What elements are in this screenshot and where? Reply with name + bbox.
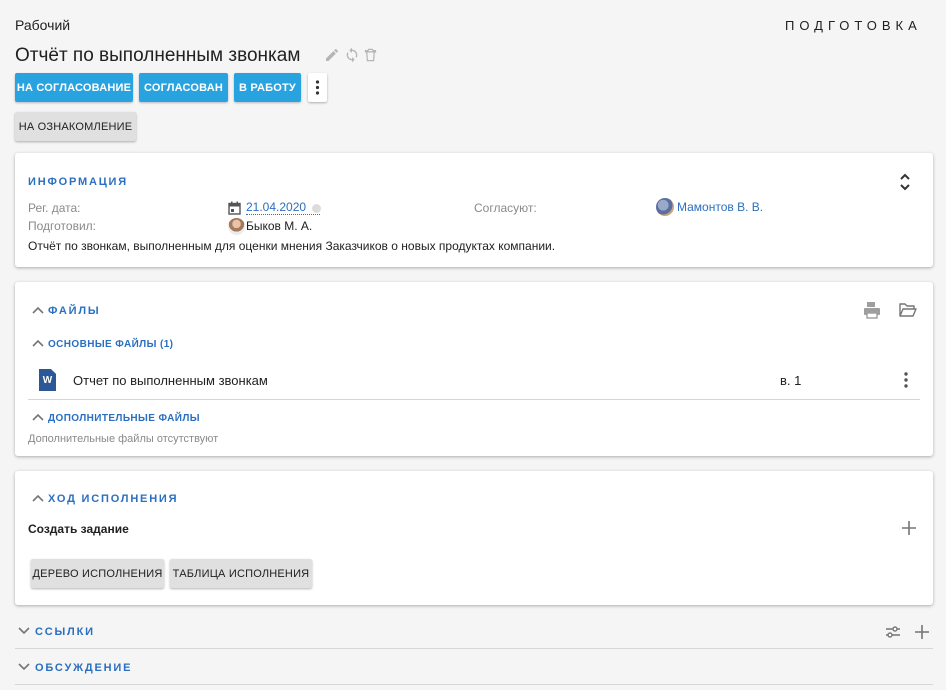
reg-date-value[interactable]: 21.04.2020 [246, 200, 321, 215]
author-avatar [228, 218, 245, 235]
extra-files-empty: Дополнительные файлы отсутствуют [28, 433, 219, 445]
clear-date-icon[interactable] [312, 204, 321, 213]
file-name[interactable]: Отчет по выполненным звонкам [73, 373, 268, 388]
progress-title[interactable]: ХОД ИСПОЛНЕНИЯ [48, 493, 178, 505]
info-title: ИНФОРМАЦИЯ [28, 176, 128, 188]
divider [15, 648, 933, 649]
divider [28, 399, 920, 400]
print-icon[interactable] [863, 301, 881, 319]
document-description: Отчёт по звонкам, выполненным для оценки… [28, 239, 556, 253]
to-work-button[interactable]: В РАБОТУ [234, 73, 301, 102]
trash-icon[interactable] [363, 47, 378, 63]
status-label: ПОДГОТОВКА [785, 18, 922, 33]
info-card: ИНФОРМАЦИЯ Рег. дата: 21.04.2020 Согласу… [15, 153, 933, 267]
reg-date-label: Рег. дата: [28, 201, 81, 215]
more-actions-button[interactable] [308, 73, 327, 102]
workspace-label: Рабочий [15, 17, 71, 33]
folder-open-icon[interactable] [899, 302, 917, 317]
approver-avatar [656, 198, 674, 216]
file-version: в. 1 [780, 373, 802, 388]
chevron-up-icon[interactable] [32, 339, 44, 347]
chevron-down-icon[interactable] [18, 627, 30, 635]
progress-card: ХОД ИСПОЛНЕНИЯ Создать задание ДЕРЕВО ИС… [15, 471, 933, 605]
approvers-label: Согласуют: [474, 201, 537, 215]
expand-collapse-icon[interactable] [897, 172, 913, 192]
more-vert-icon [315, 80, 320, 95]
to-approval-button[interactable]: НА СОГЛАСОВАНИЕ [15, 73, 133, 102]
word-file-icon: W [39, 369, 56, 391]
author-name: Быков М. А. [246, 219, 313, 233]
create-task-label[interactable]: Создать задание [28, 522, 129, 536]
edit-icon[interactable] [324, 47, 340, 63]
chevron-down-icon[interactable] [18, 663, 30, 671]
add-icon[interactable] [901, 520, 917, 536]
word-letter: W [42, 374, 53, 386]
approved-button[interactable]: СОГЛАСОВАН [139, 73, 228, 102]
page-title: Отчёт по выполненным звонкам [15, 45, 301, 66]
divider [15, 684, 933, 685]
approver-name[interactable]: Мамонтов В. В. [677, 200, 763, 214]
chevron-up-icon[interactable] [32, 494, 44, 502]
files-title[interactable]: ФАЙЛЫ [48, 305, 100, 317]
file-row[interactable]: W Отчет по выполненным звонкам в. 1 [28, 366, 920, 396]
execution-tree-button[interactable]: ДЕРЕВО ИСПОЛНЕНИЯ [31, 559, 164, 588]
discussion-title[interactable]: ОБСУЖДЕНИЕ [35, 662, 132, 674]
calendar-icon [228, 201, 241, 215]
prepared-label: Подготовил: [28, 219, 97, 233]
extra-files-title[interactable]: ДОПОЛНИТЕЛЬНЫЕ ФАЙЛЫ [48, 413, 200, 424]
chevron-up-icon[interactable] [32, 306, 44, 314]
to-review-button[interactable]: НА ОЗНАКОМЛЕНИЕ [15, 112, 136, 141]
links-title[interactable]: ССЫЛКИ [35, 626, 95, 638]
main-files-title[interactable]: ОСНОВНЫЕ ФАЙЛЫ (1) [48, 339, 173, 350]
filter-settings-icon[interactable] [885, 625, 901, 639]
execution-table-button[interactable]: ТАБЛИЦА ИСПОЛНЕНИЯ [170, 559, 312, 588]
more-vert-icon[interactable] [901, 371, 911, 389]
chevron-up-icon[interactable] [32, 413, 44, 421]
add-link-icon[interactable] [914, 624, 930, 640]
files-card: ФАЙЛЫ ОСНОВНЫЕ ФАЙЛЫ (1) W Отчет по выпо… [15, 282, 933, 456]
refresh-icon[interactable] [344, 47, 360, 63]
